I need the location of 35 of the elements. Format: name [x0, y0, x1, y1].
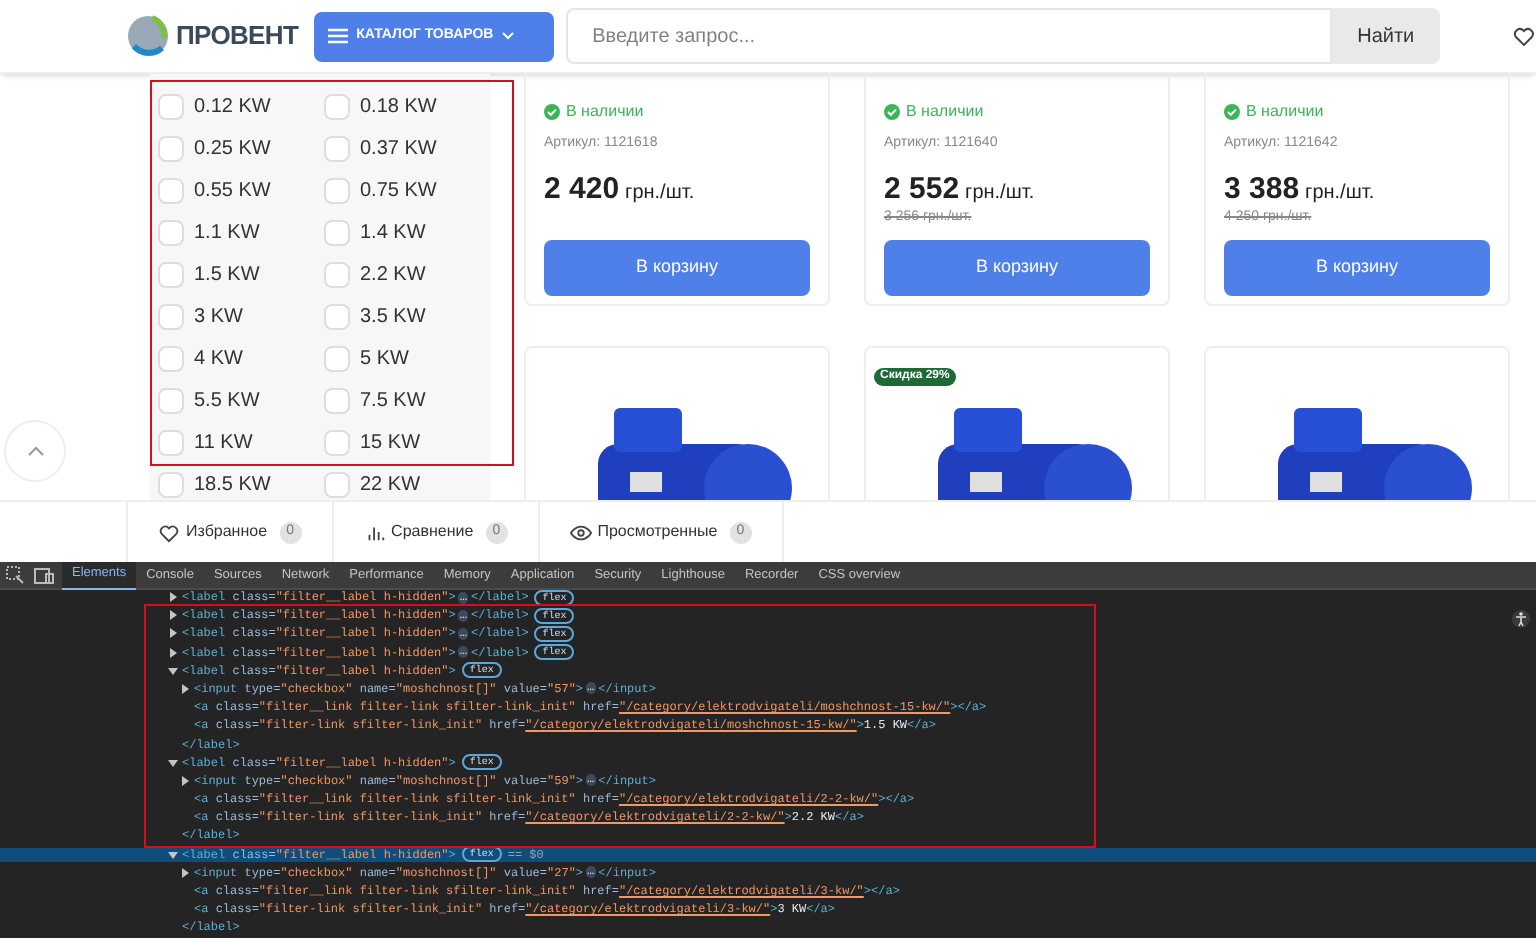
filter-option-label[interactable]: 3 KW [194, 301, 243, 331]
filter-option-label[interactable]: 11 KW [194, 427, 253, 457]
price-unit: грн./шт. [625, 183, 695, 203]
filter-option-label[interactable]: 0.55 KW [194, 175, 271, 205]
filter-option-label[interactable]: 5.5 KW [194, 385, 260, 415]
filter-option-label[interactable]: 0.12 KW [194, 91, 271, 121]
filter-option-label[interactable]: 3.5 KW [360, 301, 426, 331]
add-to-cart-button[interactable]: В корзину [884, 239, 1150, 295]
filter-option-label[interactable]: 22 KW [360, 469, 421, 499]
price: 3 388 [1224, 173, 1300, 203]
add-to-cart-button[interactable]: В корзину [544, 239, 810, 295]
filter-option-label[interactable]: 1.4 KW [360, 217, 426, 247]
filter-option-label[interactable]: 15 KW [360, 427, 421, 457]
filter-option-label[interactable]: 5 KW [360, 343, 409, 373]
filter-option-label[interactable]: 0.18 KW [360, 91, 437, 121]
filter-option-label[interactable]: 18.5 KW [194, 469, 271, 499]
filter-option-label[interactable]: 7.5 KW [360, 385, 426, 415]
filter-option-label[interactable]: 1.1 KW [194, 217, 260, 247]
price: 2 552 [884, 173, 960, 203]
price-unit: грн./шт. [1305, 183, 1375, 203]
stock-status: В наличии [906, 100, 984, 124]
logo-text: ПРОВЕНТ [176, 18, 299, 55]
price-unit: грн./шт. [965, 183, 1035, 203]
filter-option-label[interactable]: 0.75 KW [360, 175, 437, 205]
stock-status: В наличии [566, 100, 644, 124]
filter-option-label[interactable]: 2.2 KW [360, 259, 426, 289]
filter-option-label[interactable]: 0.37 KW [360, 133, 437, 163]
filter-option-label[interactable]: 0.25 KW [194, 133, 271, 163]
filter-option-label[interactable]: 4 KW [194, 343, 243, 373]
stock-status: В наличии [1246, 100, 1324, 124]
add-to-cart-button[interactable]: В корзину [1224, 239, 1490, 295]
price: 2 420 [544, 173, 620, 203]
search-button[interactable]: Найти [1331, 8, 1441, 64]
filter-option-label[interactable]: 1.5 KW [194, 259, 260, 289]
search-field[interactable]: Введите запрос... [566, 8, 1332, 64]
